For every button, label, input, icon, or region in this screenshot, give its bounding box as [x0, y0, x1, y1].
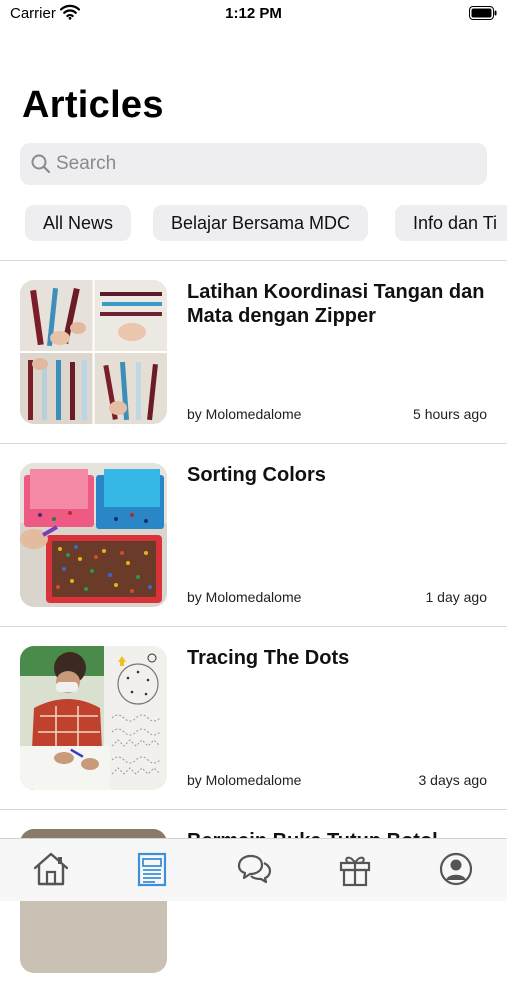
article-time: 1 day ago	[425, 589, 488, 605]
search-input[interactable]	[56, 143, 476, 185]
category-chips: All News Belajar Bersama MDC Info dan Ti	[0, 205, 507, 243]
article-author: by Molomedalome	[187, 772, 302, 788]
clock-label: 1:12 PM	[225, 5, 282, 22]
chat-icon	[234, 854, 274, 893]
search-icon	[30, 153, 52, 180]
home-icon	[31, 852, 71, 893]
tab-profile[interactable]	[436, 849, 476, 889]
article-thumbnail	[20, 646, 167, 790]
article-thumbnail	[20, 280, 167, 424]
article-card[interactable]: Tracing The Dots by Molomedalome 3 days …	[0, 626, 507, 808]
article-time: 5 hours ago	[413, 406, 487, 422]
tab-articles[interactable]	[132, 849, 172, 889]
status-bar: Carrier 1:12 PM	[0, 0, 507, 30]
profile-icon	[436, 852, 476, 893]
chip-belajar-bersama-mdc[interactable]: Belajar Bersama MDC	[153, 205, 369, 241]
article-title: Tracing The Dots	[187, 647, 350, 669]
tab-chat[interactable]	[234, 849, 274, 889]
tab-home[interactable]	[31, 849, 71, 889]
articles-icon	[132, 852, 172, 893]
article-title: Latihan Koordinasi Tangan dan Mata denga…	[187, 281, 485, 327]
tab-gift[interactable]	[335, 849, 375, 889]
article-card[interactable]: Latihan Koordinasi Tangan dan Mata denga…	[0, 260, 507, 442]
chip-all-news[interactable]: All News	[25, 205, 132, 241]
search-bar[interactable]	[20, 143, 487, 185]
article-thumbnail	[20, 463, 167, 607]
article-card[interactable]: Sorting Colors by Molomedalome 1 day ago	[0, 443, 507, 625]
battery-icon	[469, 6, 497, 25]
article-title: Sorting Colors	[187, 464, 326, 486]
article-author: by Molomedalome	[187, 406, 302, 422]
chip-info-dan-tips[interactable]: Info dan Ti	[395, 205, 507, 241]
tab-bar	[0, 838, 507, 901]
page-title: Articles	[22, 84, 164, 126]
article-time: 3 days ago	[418, 772, 488, 788]
article-author: by Molomedalome	[187, 589, 302, 605]
gift-icon	[335, 856, 375, 893]
